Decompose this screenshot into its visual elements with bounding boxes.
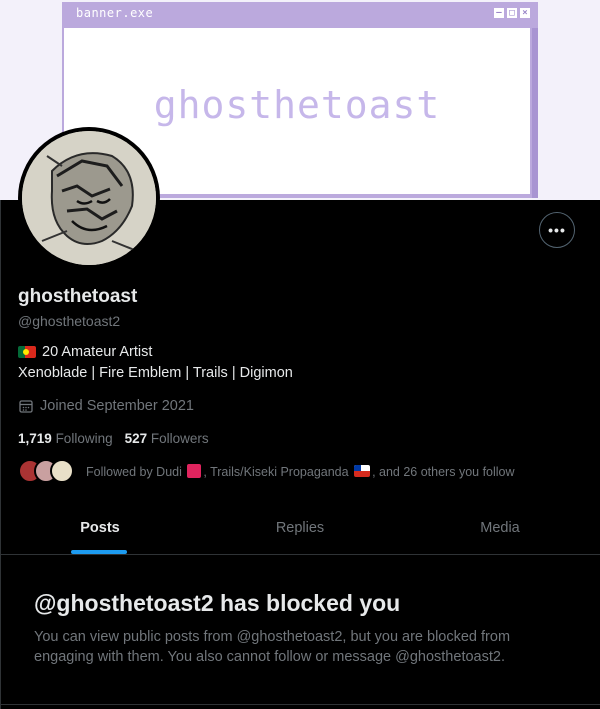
avatar-sketch-drawing [22,131,156,265]
bio-line-1-text: 20 Amateur Artist [42,344,153,360]
more-options-button[interactable]: ••• [539,212,575,248]
red-square-emoji-icon [187,463,202,478]
user-handle: @ghosthetoast2 [18,313,121,329]
followed-by-middle: , Trails/Kiseki Propaganda [203,464,349,479]
following-count: 1,719 [18,431,52,446]
bio-line-1: 20 Amateur Artist [18,344,152,360]
minimize-icon: – [494,8,504,18]
followed-by-prefix: Followed by Dudi [86,464,182,479]
display-name: ghosthetoast [18,286,138,307]
tab-posts[interactable]: Posts [0,502,200,554]
banner-window-shadow [532,28,538,198]
followers-count: 527 [124,431,148,446]
bio-line-2: Xenoblade | Fire Emblem | Trails | Digim… [18,365,293,381]
tab-media[interactable]: Media [400,502,600,554]
avatar[interactable] [18,127,160,269]
followed-by[interactable]: Followed by Dudi , Trails/Kiseki Propaga… [18,458,515,484]
portugal-flag-icon [18,346,36,358]
banner-window-buttons: – □ × [494,8,530,18]
column-border [0,200,1,709]
joined-date: Joined September 2021 [18,398,194,414]
chile-flag-icon [354,464,371,477]
maximize-icon: □ [507,8,517,18]
profile-tabs: Posts Replies Media [0,502,600,555]
followed-by-text: Followed by Dudi , Trails/Kiseki Propaga… [86,463,515,479]
follow-stats: 1,719 Following 527 Followers [18,431,209,446]
close-icon: × [520,8,530,18]
calendar-icon [19,400,33,413]
blocked-description: You can view public posts from @ghosthet… [34,629,511,665]
blocked-title: @ghosthetoast2 has blocked you [34,590,401,616]
banner-titlebar: banner.exe – □ × [62,2,538,26]
followers-link[interactable]: 527 Followers [125,431,209,446]
avatar-sketch-image [22,131,156,265]
banner-window-title: banner.exe [76,6,154,20]
divider [0,704,600,705]
tab-replies[interactable]: Replies [200,502,400,554]
followers-label: Followers [150,431,209,446]
followed-by-suffix: , and 26 others you follow [372,464,515,479]
joined-text: Joined September 2021 [40,398,194,414]
follower-avatar [50,459,74,483]
following-link[interactable]: 1,719 Following [18,431,113,446]
active-tab-indicator [71,550,127,554]
following-label: Following [55,431,113,446]
banner-pixel-text: ghosthetoast [153,83,441,127]
